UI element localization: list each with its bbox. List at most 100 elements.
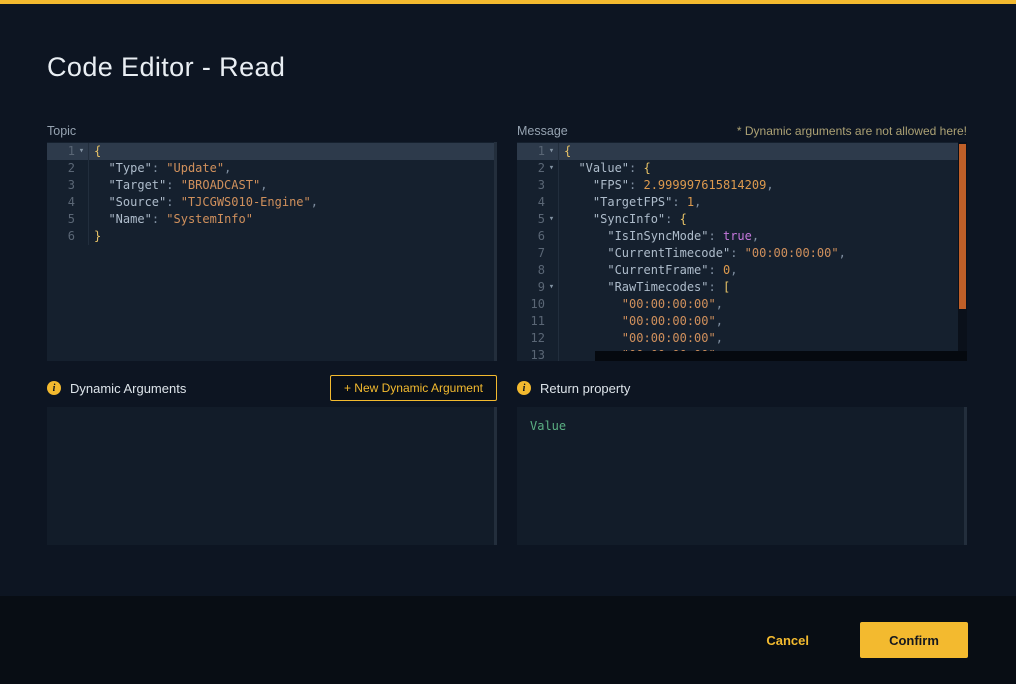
line-number-gutter[interactable]: 13	[517, 347, 558, 361]
code-text: "Target": "BROADCAST",	[88, 177, 267, 194]
code-text: "SyncInfo": {	[558, 211, 687, 228]
dynamic-arguments-panel	[47, 407, 497, 545]
line-number-gutter[interactable]: 2	[47, 160, 88, 177]
fold-spacer	[75, 177, 88, 194]
line-number-gutter[interactable]: 11	[517, 313, 558, 330]
line-number-gutter[interactable]: 6	[47, 228, 88, 245]
dynamic-arguments-header: i Dynamic Arguments + New Dynamic Argume…	[47, 375, 497, 401]
fold-spacer	[75, 160, 88, 177]
footer-bar: Cancel Confirm	[0, 596, 1016, 684]
fold-spacer	[545, 296, 558, 313]
cancel-button[interactable]: Cancel	[760, 632, 815, 649]
code-text: "Name": "SystemInfo"	[88, 211, 253, 228]
return-property-label: Return property	[540, 381, 630, 396]
code-text: {	[88, 143, 101, 160]
code-text: "TargetFPS": 1,	[558, 194, 701, 211]
code-line[interactable]: 5▾ "SyncInfo": {	[517, 211, 967, 228]
topic-code-editor[interactable]: 1▾{2 "Type": "Update",3 "Target": "BROAD…	[47, 142, 497, 361]
fold-arrow-icon[interactable]: ▾	[545, 143, 558, 160]
fold-spacer	[75, 228, 88, 245]
code-text: "RawTimecodes": [	[558, 279, 730, 296]
line-number-gutter[interactable]: 6	[517, 228, 558, 245]
dynamic-arguments-warning: * Dynamic arguments are not allowed here…	[737, 124, 967, 138]
fold-arrow-icon[interactable]: ▾	[545, 279, 558, 296]
fold-arrow-icon[interactable]: ▾	[545, 211, 558, 228]
message-label-row: Message * Dynamic arguments are not allo…	[517, 120, 967, 142]
info-icon: i	[517, 381, 531, 395]
line-number-gutter[interactable]: 12	[517, 330, 558, 347]
line-number-gutter[interactable]: 4	[517, 194, 558, 211]
fold-arrow-icon[interactable]: ▾	[545, 160, 558, 177]
line-number-gutter[interactable]: 2▾	[517, 160, 558, 177]
message-column: Message * Dynamic arguments are not allo…	[517, 120, 967, 545]
fold-spacer	[545, 313, 558, 330]
confirm-button[interactable]: Confirm	[860, 622, 968, 658]
top-accent-bar	[0, 0, 1016, 4]
code-line[interactable]: 7 "CurrentTimecode": "00:00:00:00",	[517, 245, 967, 262]
info-icon: i	[47, 381, 61, 395]
code-text: "00:00:00:00",	[558, 296, 723, 313]
code-text: "FPS": 2.999997615814209,	[558, 177, 774, 194]
fold-spacer	[545, 347, 558, 361]
code-text: "Source": "TJCGWS010-Engine",	[88, 194, 318, 211]
code-line[interactable]: 4 "TargetFPS": 1,	[517, 194, 967, 211]
page-title: Code Editor - Read	[47, 52, 285, 83]
line-number-gutter[interactable]: 9▾	[517, 279, 558, 296]
fold-spacer	[545, 245, 558, 262]
code-line[interactable]: 9▾ "RawTimecodes": [	[517, 279, 967, 296]
code-text: "IsInSyncMode": true,	[558, 228, 759, 245]
message-label: Message	[517, 124, 568, 138]
return-property-editor[interactable]: Value	[517, 407, 967, 545]
line-number-gutter[interactable]: 5▾	[517, 211, 558, 228]
fold-spacer	[545, 228, 558, 245]
message-editor-lines: 1▾{2▾ "Value": {3 "FPS": 2.9999976158142…	[517, 142, 967, 361]
return-property-value: Value	[530, 419, 566, 433]
line-number-gutter[interactable]: 8	[517, 262, 558, 279]
line-number-gutter[interactable]: 4	[47, 194, 88, 211]
code-line[interactable]: 2 "Type": "Update",	[47, 160, 497, 177]
code-line[interactable]: 6}	[47, 228, 497, 245]
code-line[interactable]: 10 "00:00:00:00",	[517, 296, 967, 313]
code-line[interactable]: 1▾{	[517, 143, 967, 160]
line-number-gutter[interactable]: 10	[517, 296, 558, 313]
new-dynamic-argument-button[interactable]: + New Dynamic Argument	[330, 375, 497, 401]
fold-spacer	[545, 194, 558, 211]
fold-spacer	[545, 177, 558, 194]
fold-arrow-icon[interactable]: ▾	[75, 143, 88, 160]
code-line[interactable]: 11 "00:00:00:00",	[517, 313, 967, 330]
code-text: {	[558, 143, 571, 160]
code-line[interactable]: 12 "00:00:00:00",	[517, 330, 967, 347]
code-text: }	[88, 228, 101, 245]
editor-grid: Topic 1▾{2 "Type": "Update",3 "Target": …	[47, 120, 967, 545]
horizontal-scrollbar[interactable]	[595, 351, 967, 361]
line-number-gutter[interactable]: 3	[47, 177, 88, 194]
line-number-gutter[interactable]: 1▾	[47, 143, 88, 160]
code-line[interactable]: 2▾ "Value": {	[517, 160, 967, 177]
code-line[interactable]: 3 "Target": "BROADCAST",	[47, 177, 497, 194]
code-line[interactable]: 1▾{	[47, 143, 497, 160]
code-text: "Value": {	[558, 160, 651, 177]
topic-column: Topic 1▾{2 "Type": "Update",3 "Target": …	[47, 120, 497, 545]
code-text: "CurrentTimecode": "00:00:00:00",	[558, 245, 846, 262]
code-line[interactable]: 5 "Name": "SystemInfo"	[47, 211, 497, 228]
vertical-scrollbar-thumb[interactable]	[959, 144, 966, 309]
code-line[interactable]: 6 "IsInSyncMode": true,	[517, 228, 967, 245]
fold-spacer	[75, 194, 88, 211]
topic-label-row: Topic	[47, 120, 497, 142]
message-code-editor[interactable]: 1▾{2▾ "Value": {3 "FPS": 2.9999976158142…	[517, 142, 967, 361]
line-number-gutter[interactable]: 3	[517, 177, 558, 194]
topic-editor-lines: 1▾{2 "Type": "Update",3 "Target": "BROAD…	[47, 142, 497, 361]
code-line[interactable]: 8 "CurrentFrame": 0,	[517, 262, 967, 279]
code-text: "00:00:00:00",	[558, 313, 723, 330]
line-number-gutter[interactable]: 1▾	[517, 143, 558, 160]
code-text: "Type": "Update",	[88, 160, 231, 177]
code-text: "00:00:00:00",	[558, 330, 723, 347]
code-text: "CurrentFrame": 0,	[558, 262, 737, 279]
code-line[interactable]: 4 "Source": "TJCGWS010-Engine",	[47, 194, 497, 211]
dynamic-arguments-label: Dynamic Arguments	[70, 381, 186, 396]
line-number-gutter[interactable]: 7	[517, 245, 558, 262]
return-property-header: i Return property	[517, 375, 967, 401]
fold-spacer	[545, 330, 558, 347]
code-line[interactable]: 3 "FPS": 2.999997615814209,	[517, 177, 967, 194]
line-number-gutter[interactable]: 5	[47, 211, 88, 228]
